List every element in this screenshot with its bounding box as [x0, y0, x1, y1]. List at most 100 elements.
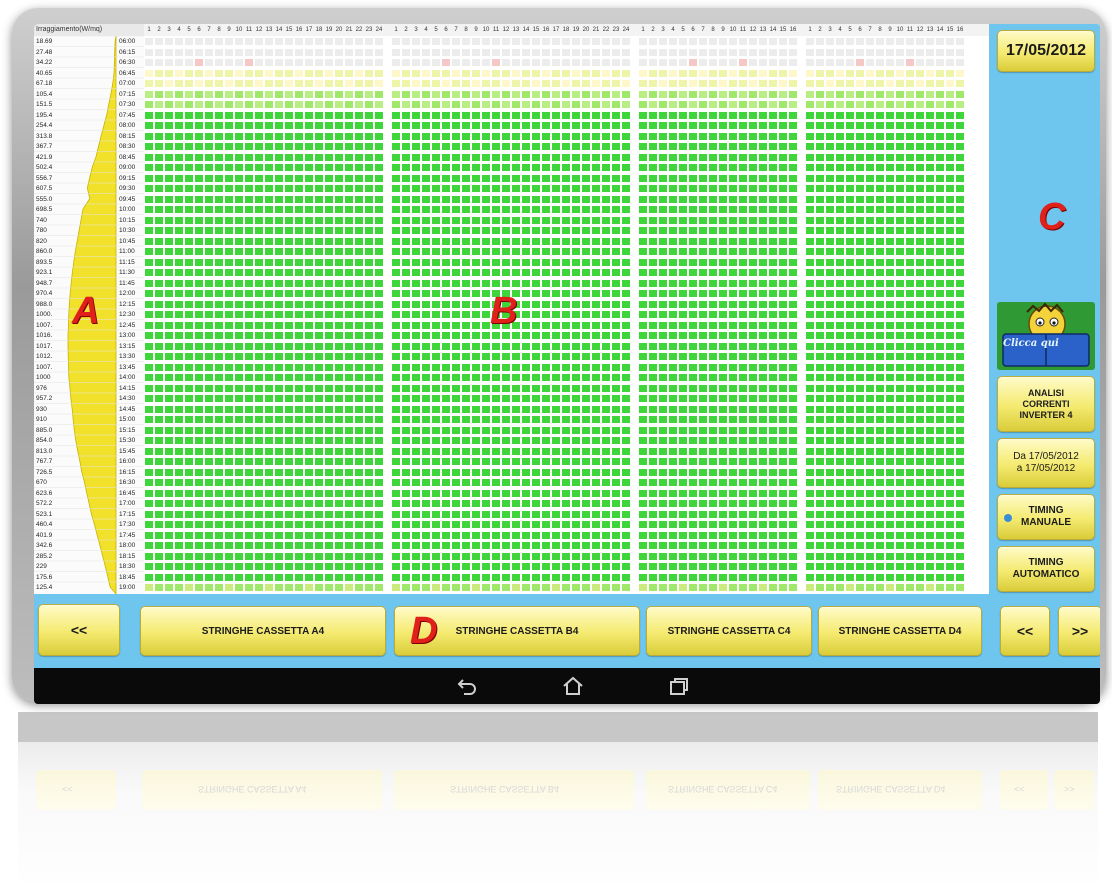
string-cell[interactable] [836, 59, 844, 66]
string-cell[interactable] [582, 206, 590, 213]
string-cell[interactable] [769, 300, 777, 308]
string-cell[interactable] [532, 321, 540, 329]
string-cell[interactable] [175, 164, 183, 171]
string-cell[interactable] [769, 59, 777, 66]
string-cell[interactable] [622, 426, 630, 434]
string-cell[interactable] [205, 458, 213, 465]
string-cell[interactable] [906, 311, 914, 318]
string-cell[interactable] [482, 185, 490, 192]
string-cell[interactable] [759, 521, 767, 528]
string-cell[interactable] [492, 101, 500, 108]
string-cell[interactable] [709, 468, 717, 476]
string-cell[interactable] [806, 185, 814, 192]
string-cell[interactable] [689, 195, 697, 203]
string-cell[interactable] [165, 153, 173, 161]
string-cell[interactable] [502, 59, 510, 66]
string-cell[interactable] [649, 332, 657, 339]
string-cell[interactable] [739, 216, 747, 224]
string-cell[interactable] [275, 80, 283, 87]
string-cell[interactable] [709, 563, 717, 570]
string-cell[interactable] [679, 279, 687, 287]
string-cell[interactable] [402, 437, 410, 444]
string-cell[interactable] [622, 405, 630, 413]
string-cell[interactable] [856, 206, 864, 213]
string-cell[interactable] [392, 132, 400, 140]
string-cell[interactable] [392, 405, 400, 413]
string-cell[interactable] [215, 153, 223, 161]
string-cell[interactable] [846, 395, 854, 402]
string-cell[interactable] [205, 248, 213, 255]
string-cell[interactable] [896, 363, 904, 371]
string-cell[interactable] [412, 69, 420, 77]
string-cell[interactable] [205, 542, 213, 549]
string-cell[interactable] [542, 584, 550, 591]
string-cell[interactable] [739, 69, 747, 77]
string-cell[interactable] [649, 153, 657, 161]
string-cell[interactable] [325, 101, 333, 108]
string-cell[interactable] [542, 90, 550, 98]
string-cell[interactable] [622, 216, 630, 224]
string-cell[interactable] [916, 80, 924, 87]
string-cell[interactable] [392, 447, 400, 455]
string-cell[interactable] [245, 59, 253, 66]
string-cell[interactable] [612, 279, 620, 287]
string-cell[interactable] [345, 227, 353, 234]
string-cell[interactable] [482, 384, 490, 392]
string-cell[interactable] [906, 132, 914, 140]
string-cell[interactable] [165, 321, 173, 329]
string-cell[interactable] [412, 395, 420, 402]
string-cell[interactable] [442, 563, 450, 570]
string-cell[interactable] [806, 489, 814, 497]
string-cell[interactable] [769, 195, 777, 203]
string-cell[interactable] [375, 468, 383, 476]
string-cell[interactable] [532, 573, 540, 581]
string-cell[interactable] [866, 468, 874, 476]
string-cell[interactable] [562, 311, 570, 318]
string-cell[interactable] [669, 531, 677, 539]
string-cell[interactable] [699, 342, 707, 350]
string-cell[interactable] [442, 395, 450, 402]
string-cell[interactable] [265, 269, 273, 276]
string-cell[interactable] [866, 584, 874, 591]
string-cell[interactable] [542, 279, 550, 287]
string-cell[interactable] [699, 111, 707, 119]
string-cell[interactable] [255, 510, 263, 518]
string-cell[interactable] [602, 405, 610, 413]
string-cell[interactable] [522, 500, 530, 507]
string-cell[interactable] [846, 195, 854, 203]
string-cell[interactable] [916, 437, 924, 444]
string-cell[interactable] [659, 395, 667, 402]
string-cell[interactable] [739, 416, 747, 423]
string-cell[interactable] [335, 479, 343, 486]
string-cell[interactable] [325, 174, 333, 182]
string-cell[interactable] [866, 342, 874, 350]
string-cell[interactable] [392, 321, 400, 329]
string-cell[interactable] [946, 216, 954, 224]
string-cell[interactable] [926, 321, 934, 329]
string-cell[interactable] [779, 248, 787, 255]
string-cell[interactable] [709, 500, 717, 507]
string-cell[interactable] [502, 111, 510, 119]
string-cell[interactable] [622, 300, 630, 308]
string-cell[interactable] [492, 90, 500, 98]
string-cell[interactable] [365, 426, 373, 434]
string-cell[interactable] [482, 489, 490, 497]
string-cell[interactable] [532, 174, 540, 182]
string-cell[interactable] [155, 405, 163, 413]
string-cell[interactable] [462, 248, 470, 255]
string-cell[interactable] [315, 353, 323, 360]
string-cell[interactable] [769, 206, 777, 213]
string-cell[interactable] [145, 153, 153, 161]
string-cell[interactable] [305, 521, 313, 528]
string-cell[interactable] [392, 227, 400, 234]
string-cell[interactable] [275, 374, 283, 381]
string-cell[interactable] [582, 290, 590, 297]
string-cell[interactable] [225, 90, 233, 98]
string-cell[interactable] [876, 374, 884, 381]
string-cell[interactable] [245, 38, 253, 45]
string-cell[interactable] [729, 237, 737, 245]
string-cell[interactable] [155, 80, 163, 87]
string-cell[interactable] [689, 185, 697, 192]
string-cell[interactable] [482, 426, 490, 434]
string-cell[interactable] [689, 584, 697, 591]
